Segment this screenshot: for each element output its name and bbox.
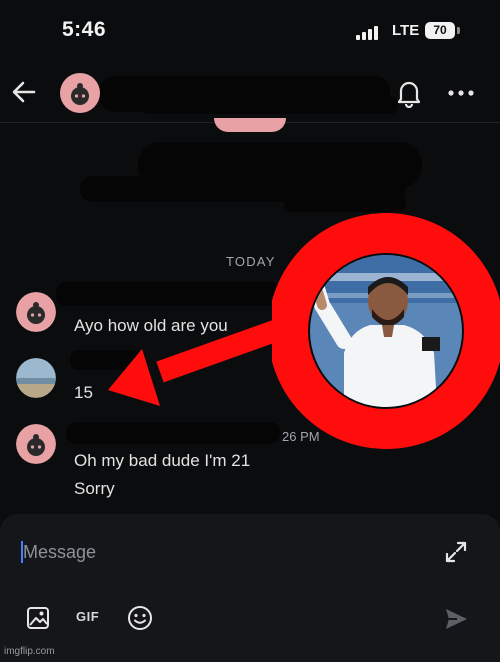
avatar[interactable] bbox=[16, 292, 56, 332]
redacted-profile-info bbox=[284, 194, 406, 212]
message-input[interactable]: Message bbox=[23, 542, 96, 563]
status-time: 5:46 bbox=[62, 18, 107, 41]
avatar[interactable] bbox=[60, 73, 100, 113]
profile-avatar-partial bbox=[214, 118, 286, 132]
redacted-sender-name bbox=[56, 282, 280, 306]
message-text: Oh my bad dude I'm 21 bbox=[74, 451, 251, 470]
battery-icon: 70 bbox=[425, 22, 455, 39]
gif-button[interactable]: GIF bbox=[76, 609, 99, 624]
avatar[interactable] bbox=[16, 424, 56, 464]
avatar[interactable] bbox=[16, 358, 56, 398]
network-type: LTE bbox=[392, 22, 420, 39]
send-icon[interactable] bbox=[443, 606, 469, 632]
expand-icon[interactable] bbox=[444, 540, 468, 564]
message-composer bbox=[0, 514, 500, 662]
red-circle-annotation bbox=[272, 213, 500, 449]
image-icon[interactable] bbox=[26, 606, 50, 630]
watermark: imgflip.com bbox=[4, 646, 55, 657]
emoji-icon[interactable] bbox=[127, 605, 153, 631]
message-text: Ayo how old are you bbox=[74, 316, 228, 335]
message-text: 15 bbox=[74, 383, 93, 402]
redacted-sender-name bbox=[70, 350, 142, 370]
bell-icon[interactable] bbox=[395, 78, 423, 108]
battery-cap bbox=[457, 27, 460, 34]
redacted-subtitle bbox=[140, 96, 398, 114]
more-dots-icon[interactable] bbox=[447, 88, 475, 98]
message-text: Sorry bbox=[74, 479, 115, 498]
signal-strength-icon bbox=[356, 24, 382, 40]
back-arrow-icon[interactable] bbox=[8, 76, 40, 108]
day-divider: TODAY bbox=[226, 254, 276, 269]
redacted-sender-name bbox=[66, 422, 280, 444]
